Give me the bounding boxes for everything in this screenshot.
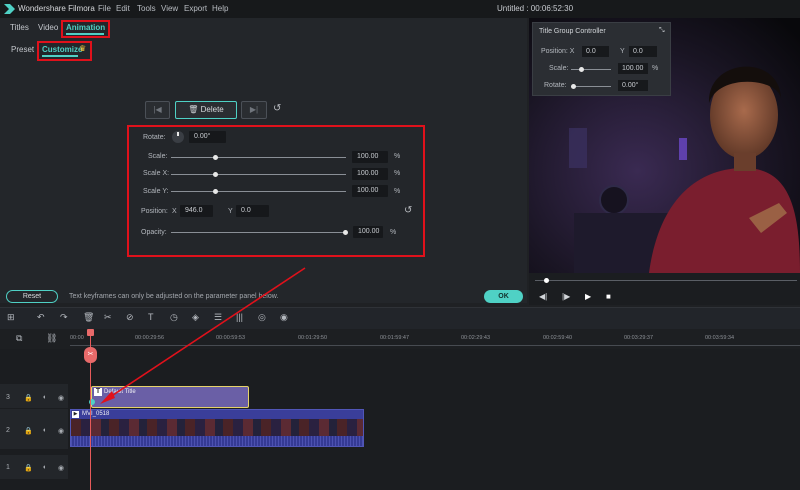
annotation-arrow xyxy=(100,267,306,404)
